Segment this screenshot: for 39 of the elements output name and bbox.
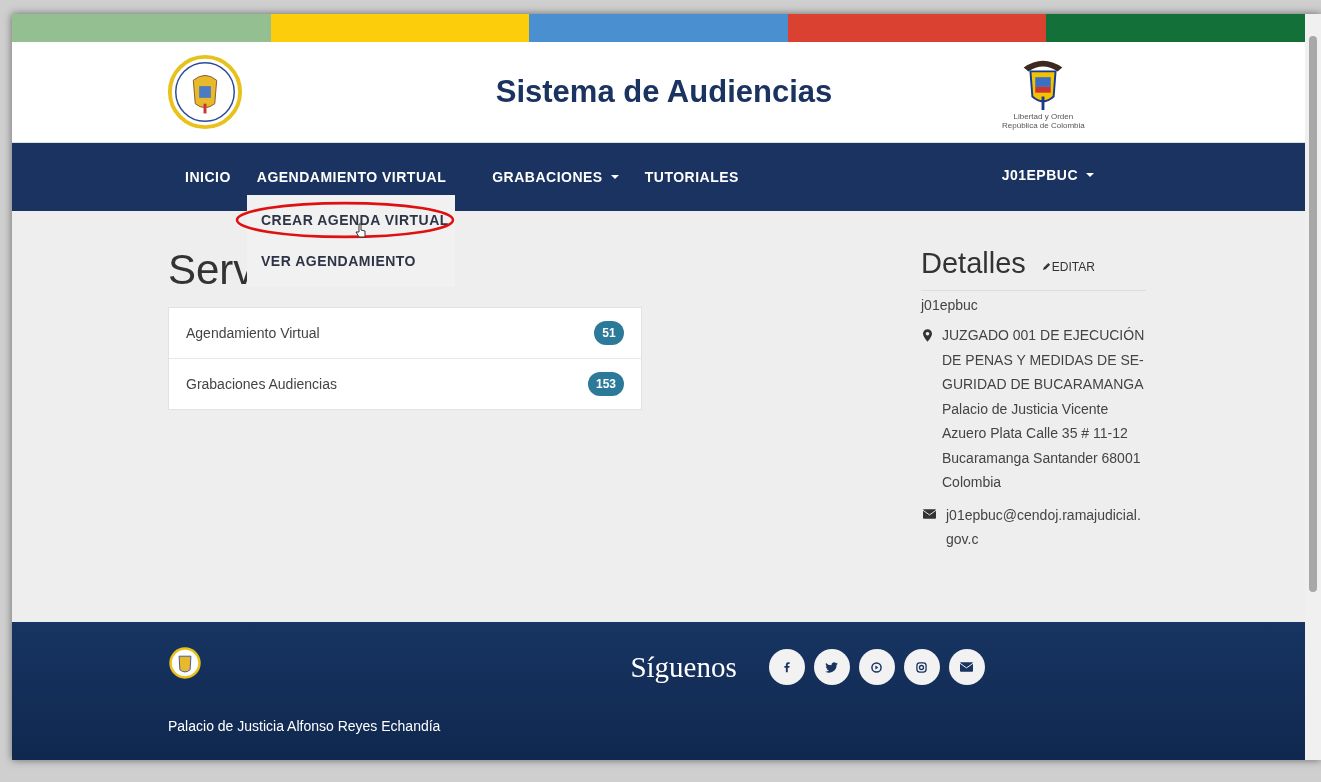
details-heading: Detalles bbox=[921, 247, 1026, 280]
emblem-drawing bbox=[168, 644, 202, 682]
play-icon bbox=[871, 661, 883, 673]
envelope-icon bbox=[960, 662, 974, 672]
user-menu[interactable]: J01EPBUC bbox=[988, 159, 1107, 191]
edit-link[interactable]: EDITAR bbox=[1041, 259, 1095, 274]
username-text: j01epbuc bbox=[921, 297, 979, 313]
crest-caption: Libertad y Orden bbox=[1013, 112, 1074, 121]
twitter-button[interactable] bbox=[813, 649, 850, 685]
facebook-button[interactable] bbox=[768, 649, 805, 685]
instagram-button[interactable] bbox=[903, 649, 940, 685]
count-badge: 51 bbox=[594, 321, 624, 346]
menu-item[interactable]: CREAR AGENDA VIRTUAL bbox=[247, 211, 463, 228]
location-pin-icon bbox=[923, 329, 932, 342]
play-button[interactable] bbox=[858, 649, 895, 685]
camera-icon bbox=[916, 661, 928, 673]
envelope-icon bbox=[923, 508, 936, 519]
count-badge: 153 bbox=[587, 372, 624, 397]
service-label: Grabaciones Audiencias bbox=[186, 376, 337, 393]
nav-item[interactable]: INICIO bbox=[172, 161, 244, 193]
email-text: j01epbuc@cendoj.ramajudicial.gov.c bbox=[946, 505, 1142, 549]
service-label: Agendamiento Virtual bbox=[186, 325, 320, 342]
mail-button[interactable] bbox=[948, 649, 985, 685]
menu-item[interactable]: VER AGENDAMIENTO bbox=[247, 252, 430, 269]
nav-item[interactable]: AGENDAMIENTO VIRTUAL bbox=[243, 161, 460, 193]
site-title: Sistema de Audiencias bbox=[494, 74, 834, 110]
footer-address: Palacio de Justicia Alfonso Reyes Echandía bbox=[168, 718, 441, 734]
pencil-icon bbox=[1041, 262, 1051, 271]
service-row[interactable]: Agendamiento Virtual 51 bbox=[169, 308, 641, 360]
facebook-icon bbox=[783, 661, 790, 673]
address-text: JUZGADO 001 DE EJECUCIÓN DE PENAS Y MEDIDAS DE SE-GURIDAD DE BUCARAMANGA Palacio de Justicia Vicente Azuero Plata Calle 35 # 11-12 Bucaramanga Santander 68001 Colombia bbox=[942, 326, 1146, 492]
nav-item[interactable]: TUTORIALES bbox=[631, 161, 752, 193]
bird-icon bbox=[825, 661, 839, 673]
follow-label: Síguenos bbox=[630, 650, 737, 684]
pointer-hand-icon bbox=[355, 223, 367, 239]
scrollbar[interactable] bbox=[1305, 14, 1321, 760]
crest-caption: República de Colombia bbox=[1002, 121, 1085, 130]
nav-item[interactable]: GRABACIONES bbox=[479, 161, 632, 193]
service-row[interactable]: Grabaciones Audiencias 153 bbox=[169, 359, 641, 410]
